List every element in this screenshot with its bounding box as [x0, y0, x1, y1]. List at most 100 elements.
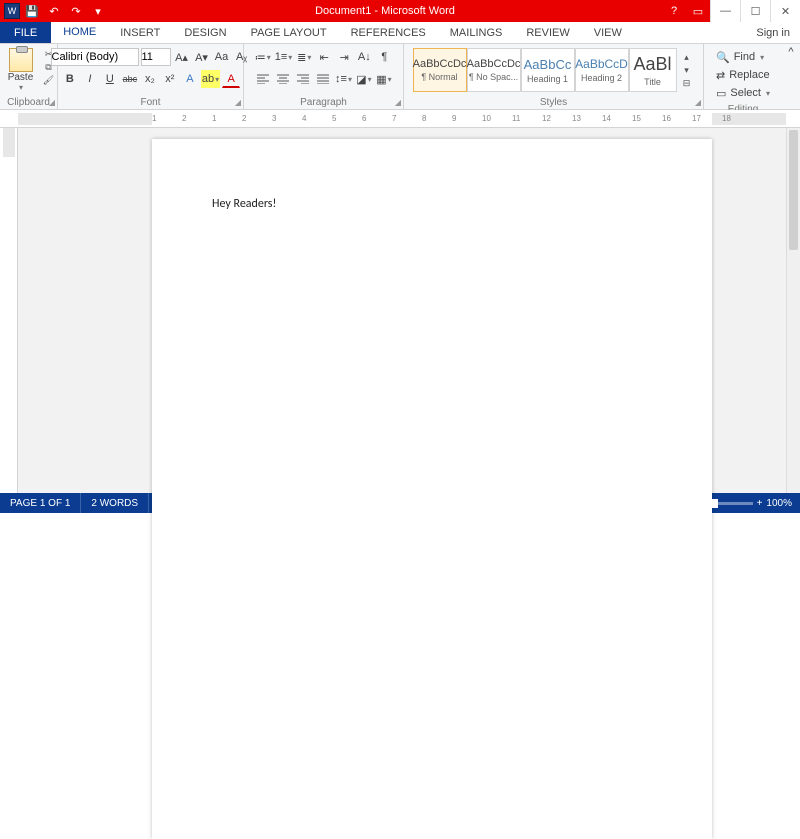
ruler-tick: 17: [692, 114, 701, 123]
show-hide-marks-button[interactable]: ¶: [375, 48, 393, 66]
tab-file[interactable]: FILE: [0, 22, 51, 43]
undo-button[interactable]: ↶: [44, 2, 64, 20]
sign-in-link[interactable]: Sign in: [746, 22, 800, 43]
window-controls: — ☐ ✕: [710, 0, 800, 22]
find-button[interactable]: 🔍Find▾: [716, 48, 770, 66]
ruler-tick: 7: [392, 114, 396, 123]
align-right-button[interactable]: [294, 70, 312, 88]
collapse-ribbon-button[interactable]: ^: [782, 44, 800, 109]
underline-button[interactable]: U: [101, 70, 119, 88]
ruler-tick: 6: [362, 114, 366, 123]
bold-button[interactable]: B: [61, 70, 79, 88]
italic-button[interactable]: I: [81, 70, 99, 88]
font-launcher[interactable]: ◢: [235, 98, 241, 107]
subscript-button[interactable]: x₂: [141, 70, 159, 88]
font-name-combo[interactable]: [51, 48, 139, 66]
grow-font-button[interactable]: A▴: [173, 48, 191, 66]
clipboard-launcher[interactable]: ◢: [49, 98, 55, 107]
multilevel-button[interactable]: ≣▾: [295, 48, 313, 66]
window-title: Document1 - Microsoft Word: [108, 5, 662, 17]
tab-design[interactable]: DESIGN: [172, 22, 238, 43]
find-icon: 🔍: [716, 51, 730, 64]
tab-mailings[interactable]: MAILINGS: [438, 22, 515, 43]
ruler-tick: 15: [632, 114, 641, 123]
scrollbar-thumb[interactable]: [789, 130, 798, 250]
document-page[interactable]: Hey Readers!: [152, 139, 712, 839]
minimize-button[interactable]: —: [710, 0, 740, 22]
zoom-slider-thumb[interactable]: [711, 499, 718, 508]
align-left-button[interactable]: [254, 70, 272, 88]
style-heading-2[interactable]: AaBbCcD Heading 2: [575, 48, 629, 92]
redo-button[interactable]: ↷: [66, 2, 86, 20]
ruler-tick: 14: [602, 114, 611, 123]
tab-page-layout[interactable]: PAGE LAYOUT: [239, 22, 339, 43]
tab-insert[interactable]: INSERT: [108, 22, 172, 43]
ribbon-display-options-button[interactable]: ▭: [686, 0, 710, 22]
font-color-button[interactable]: A: [222, 70, 240, 88]
paragraph-launcher[interactable]: ◢: [395, 98, 401, 107]
ruler-tick: 10: [482, 114, 491, 123]
qat-customize-button[interactable]: ▾: [88, 2, 108, 20]
close-button[interactable]: ✕: [770, 0, 800, 22]
group-styles: AaBbCcDc ¶ Normal AaBbCcDc ¶ No Spac... …: [404, 44, 704, 109]
highlight-button[interactable]: ab▾: [201, 70, 220, 88]
ruler-tick: 5: [332, 114, 336, 123]
tab-home[interactable]: HOME: [51, 22, 108, 43]
vertical-scrollbar[interactable]: [786, 128, 800, 493]
replace-icon: ⇄: [716, 69, 725, 82]
ruler-tick: 13: [572, 114, 581, 123]
help-button[interactable]: ?: [662, 0, 686, 22]
justify-button[interactable]: [314, 70, 332, 88]
horizontal-ruler[interactable]: 12123456789101112131415161718: [0, 110, 800, 128]
line-spacing-button[interactable]: ↕≡▾: [334, 70, 353, 88]
paste-label: Paste: [8, 72, 34, 83]
styles-launcher[interactable]: ◢: [695, 98, 701, 107]
bullets-button[interactable]: ≔▾: [254, 48, 272, 66]
word-app-icon[interactable]: W: [4, 3, 20, 19]
maximize-button[interactable]: ☐: [740, 0, 770, 22]
decrease-indent-button[interactable]: ⇤: [315, 48, 333, 66]
format-painter-button[interactable]: 🖌: [41, 74, 57, 86]
shading-button[interactable]: ◪▾: [355, 70, 373, 88]
vertical-ruler[interactable]: [0, 128, 18, 493]
style-normal[interactable]: AaBbCcDc ¶ Normal: [413, 48, 467, 92]
ruler-tick: 16: [662, 114, 671, 123]
select-icon: ▭: [716, 87, 726, 100]
numbering-button[interactable]: 1≡▾: [274, 48, 294, 66]
save-button[interactable]: 💾: [22, 2, 42, 20]
align-center-button[interactable]: [274, 70, 292, 88]
styles-expand[interactable]: ⊟: [679, 77, 695, 89]
tab-view[interactable]: VIEW: [582, 22, 634, 43]
shrink-font-button[interactable]: A▾: [193, 48, 211, 66]
superscript-button[interactable]: x²: [161, 70, 179, 88]
ruler-tick: 1: [152, 114, 156, 123]
work-area: ◨ 12123456789101112131415161718 Hey Read…: [0, 110, 800, 493]
font-size-combo[interactable]: [141, 48, 171, 66]
paste-button[interactable]: Paste ▾: [1, 46, 41, 92]
replace-button[interactable]: ⇄Replace: [716, 66, 770, 84]
document-body-text[interactable]: Hey Readers!: [212, 197, 276, 211]
zoom-level[interactable]: 100%: [766, 498, 792, 509]
tab-review[interactable]: REVIEW: [514, 22, 581, 43]
styles-row-up[interactable]: ▴: [679, 51, 695, 63]
style-heading-1[interactable]: AaBbCc Heading 1: [521, 48, 575, 92]
change-case-button[interactable]: Aa: [213, 48, 231, 66]
group-font: A▴ A▾ Aa Aᵪ B I U abc x₂ x² A ab▾ A Font…: [58, 44, 244, 109]
zoom-slider[interactable]: [673, 502, 753, 505]
sort-button[interactable]: A↓: [355, 48, 373, 66]
text-effects-button[interactable]: A: [181, 70, 199, 88]
styles-row-down[interactable]: ▾: [679, 64, 695, 76]
status-page[interactable]: PAGE 1 OF 1: [0, 493, 81, 513]
status-words[interactable]: 2 WORDS: [81, 493, 149, 513]
strike-button[interactable]: abc: [121, 70, 139, 88]
select-button[interactable]: ▭Select▾: [716, 84, 770, 102]
increase-indent-button[interactable]: ⇥: [335, 48, 353, 66]
ruler-tick: 4: [302, 114, 306, 123]
style-no-spacing[interactable]: AaBbCcDc ¶ No Spac...: [467, 48, 521, 92]
group-editing: 🔍Find▾ ⇄Replace ▭Select▾ Editing: [704, 44, 782, 109]
borders-button[interactable]: ▦▾: [375, 70, 393, 88]
paste-icon: [9, 48, 33, 72]
style-title[interactable]: AaBl Title: [629, 48, 677, 92]
tab-references[interactable]: REFERENCES: [339, 22, 438, 43]
zoom-in-button[interactable]: +: [757, 498, 763, 509]
